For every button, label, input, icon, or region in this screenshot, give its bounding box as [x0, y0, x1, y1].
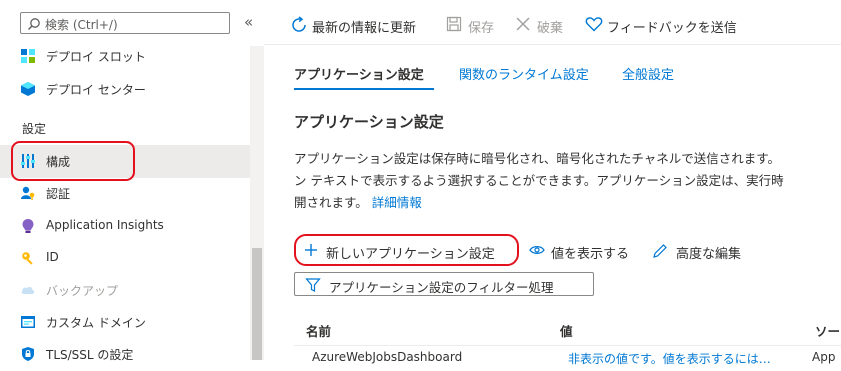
new-setting-highlight-outline	[294, 234, 519, 266]
sidebar-item-authentication[interactable]: 認証	[0, 177, 250, 210]
sidebar-item-deployment-center[interactable]: デプロイ センター	[0, 73, 250, 106]
pencil-icon	[652, 243, 668, 263]
save-label: 保存	[468, 21, 495, 36]
column-header-name[interactable]: 名前	[306, 321, 331, 340]
heart-icon	[585, 16, 603, 36]
tab-general-settings[interactable]: 全般設定	[622, 64, 674, 83]
table-cell-value[interactable]: 非表示の値です。値を表示するには…	[568, 350, 771, 367]
discard-label: 破棄	[537, 21, 564, 36]
show-values-button[interactable]: 値を表示する	[529, 240, 639, 262]
advanced-edit-button[interactable]: 高度な編集	[652, 240, 752, 262]
tab-function-runtime-settings[interactable]: 関数のランタイム設定	[459, 64, 589, 83]
search-placeholder: 検索 (Ctrl+/)	[45, 18, 118, 32]
column-header-source[interactable]: ソー	[815, 321, 840, 340]
sidebar-item-label: デプロイ センター	[46, 83, 146, 97]
table-header-divider	[294, 345, 841, 346]
search-input[interactable]: 検索 (Ctrl+/)	[20, 12, 230, 34]
show-values-label: 値を表示する	[551, 247, 630, 262]
description-line: アプリケーション設定は保存時に暗号化され、暗号化されたチャネルで送信されます。	[294, 151, 781, 166]
sidebar-item-label: デプロイ スロット	[46, 50, 146, 64]
description-line: 開されます。 詳細情報	[294, 192, 841, 214]
sidebar-scrollbar-thumb[interactable]	[252, 248, 262, 360]
save-button[interactable]: 保存	[446, 14, 506, 38]
save-icon	[446, 16, 462, 36]
learn-more-link[interactable]: 詳細情報	[372, 195, 422, 210]
refresh-button[interactable]: 最新の情報に更新	[290, 14, 430, 38]
sidebar-item-label: バックアップ	[46, 284, 119, 298]
refresh-icon	[290, 16, 308, 38]
refresh-label: 最新の情報に更新	[312, 21, 417, 36]
description-line-text: 開されます。	[294, 195, 368, 210]
eye-icon	[529, 243, 545, 261]
feedback-label: フィードバックを送信	[607, 21, 737, 36]
configuration-highlight-outline	[11, 141, 135, 181]
sidebar-item-label: 認証	[46, 187, 71, 201]
custom-domain-icon	[20, 314, 36, 330]
sidebar-item-label: ID	[46, 250, 59, 264]
deployment-center-icon	[20, 81, 36, 97]
authentication-icon	[20, 185, 36, 201]
section-description: アプリケーション設定は保存時に暗号化され、暗号化されたチャネルで送信されます。 …	[294, 148, 841, 214]
application-insights-icon	[20, 218, 36, 234]
command-bar-divider	[264, 44, 841, 45]
discard-icon	[515, 16, 531, 36]
active-tab-indicator	[294, 88, 434, 90]
sidebar-item-custom-domain[interactable]: カスタム ドメイン	[0, 306, 250, 339]
identity-icon	[20, 250, 36, 266]
sidebar-item-application-insights[interactable]: Application Insights	[0, 210, 250, 243]
backup-icon	[20, 282, 36, 298]
sidebar-item-identity[interactable]: ID	[0, 242, 250, 275]
filter-settings-input[interactable]: アプリケーション設定のフィルター処理	[294, 272, 594, 296]
table-cell-name[interactable]: AzureWebJobsDashboard	[312, 350, 462, 364]
table-cell-source: App	[812, 350, 836, 364]
column-header-value[interactable]: 値	[560, 321, 573, 340]
description-line: ン テキストで表示するよう選択することができます。アプリケーション設定は、実行時	[294, 173, 784, 188]
sidebar-item-backup[interactable]: バックアップ	[0, 274, 250, 307]
search-icon	[27, 16, 41, 35]
discard-button[interactable]: 破棄	[515, 14, 575, 38]
sidebar-item-label: TLS/SSL の設定	[46, 348, 134, 362]
sidebar-item-label: Application Insights	[46, 218, 164, 232]
collapse-sidebar-icon[interactable]: «	[244, 13, 253, 31]
filter-icon	[305, 277, 321, 297]
sidebar-item-tls-ssl[interactable]: TLS/SSL の設定	[0, 338, 250, 371]
deployment-slots-icon	[20, 48, 36, 64]
sidebar-item-label: カスタム ドメイン	[46, 316, 146, 330]
filter-label: アプリケーション設定のフィルター処理	[329, 280, 554, 295]
settings-section-header: 設定	[22, 122, 47, 136]
advanced-edit-label: 高度な編集	[676, 247, 742, 262]
sidebar-item-deployment-slots[interactable]: デプロイ スロット	[0, 40, 250, 73]
section-heading: アプリケーション設定	[294, 113, 444, 131]
send-feedback-button[interactable]: フィードバックを送信	[585, 14, 755, 38]
tab-application-settings[interactable]: アプリケーション設定	[294, 64, 424, 83]
